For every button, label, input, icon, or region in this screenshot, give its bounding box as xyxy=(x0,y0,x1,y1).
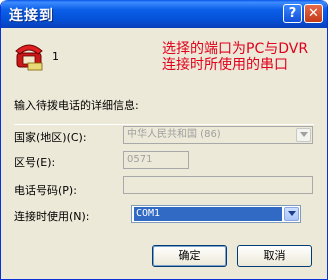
area-code-input[interactable]: 0571 xyxy=(123,151,189,169)
close-button[interactable]: ✕ xyxy=(304,4,323,23)
connect-to-dialog: 连接到 ? ✕ 1 选择的端口为PC与DVR连接时所使用的串口 输入待拨电话的详… xyxy=(0,0,328,280)
chevron-down-icon[interactable] xyxy=(284,207,299,221)
country-label: 国家(地区)(C): xyxy=(14,131,87,144)
chevron-down-icon[interactable] xyxy=(296,128,311,142)
area-code-label: 区号(E): xyxy=(14,156,56,169)
ok-button[interactable]: 确定 xyxy=(152,245,227,267)
country-select[interactable]: 中华人民共和国 (86) xyxy=(123,126,313,144)
help-button[interactable]: ? xyxy=(283,4,302,23)
divider xyxy=(14,124,314,125)
cancel-button[interactable]: 取消 xyxy=(237,245,312,267)
connect-using-value: COM1 xyxy=(134,207,282,221)
phone-icon xyxy=(14,41,46,75)
connect-using-select[interactable]: COM1 xyxy=(131,205,301,223)
section-label: 输入待拨电话的详细信息: xyxy=(14,99,139,112)
connection-name: 1 xyxy=(52,50,59,63)
phone-number-label: 电话号码(P): xyxy=(14,184,77,197)
phone-number-input[interactable] xyxy=(123,176,313,194)
annotation-text: 选择的端口为PC与DVR连接时所使用的串口 xyxy=(162,41,309,73)
country-value: 中华人民共和国 (86) xyxy=(127,129,221,140)
dialog-body: 1 选择的端口为PC与DVR连接时所使用的串口 输入待拨电话的详细信息: 国家(… xyxy=(4,28,324,276)
connect-using-label: 连接时使用(N): xyxy=(14,210,90,223)
title-bar[interactable]: 连接到 ? ✕ xyxy=(1,0,327,28)
window-title: 连接到 xyxy=(9,8,54,24)
